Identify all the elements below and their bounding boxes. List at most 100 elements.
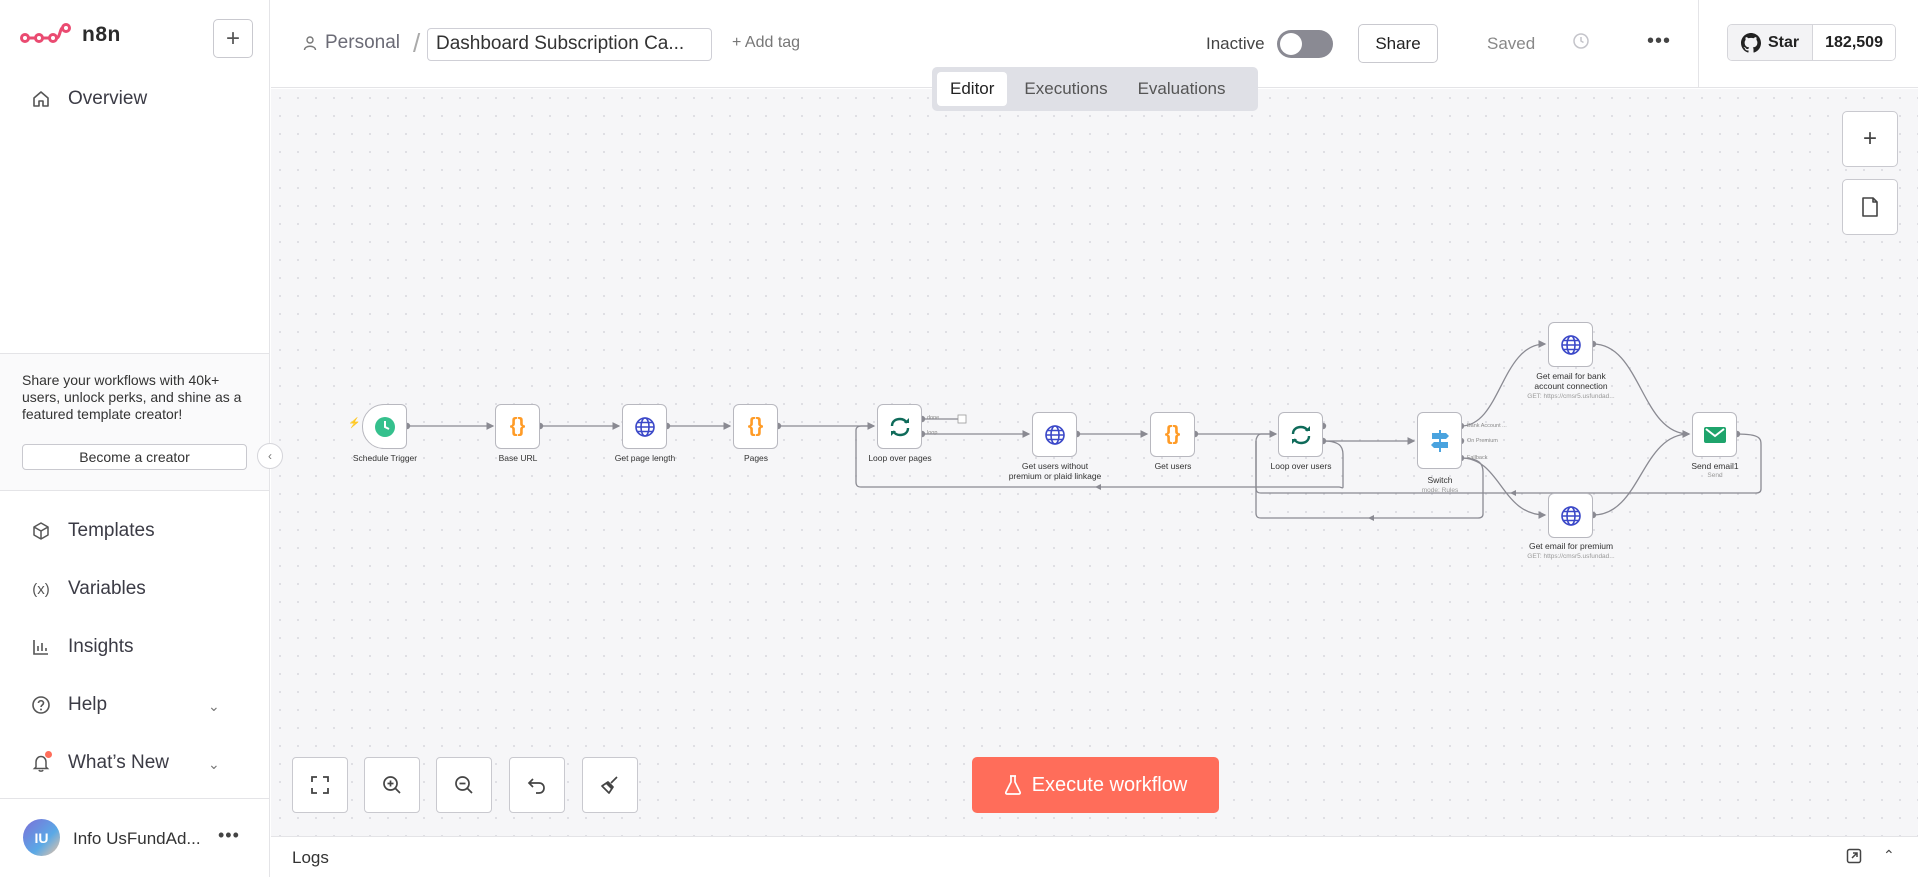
sidebar-item-overview[interactable]: Overview [30,88,147,110]
node-pages[interactable]: {} [733,404,778,449]
flask-icon [1004,775,1021,795]
sidebar-item-templates[interactable]: Templates [30,520,155,542]
zoom-out-icon [455,776,473,794]
creator-promo: Share your workflows with 40k+ users, un… [0,353,269,491]
more-options-icon[interactable]: ••• [1647,30,1671,53]
n8n-logo-icon [20,23,71,43]
chart-icon [30,636,52,658]
execute-label: Execute workflow [1031,773,1188,796]
globe-icon [1560,505,1581,526]
sidebar-item-label: Help [68,694,108,715]
clock-icon [374,416,395,437]
sidebar-item-whats-new[interactable]: What’s New [30,751,169,774]
add-connection-button[interactable] [957,414,967,424]
undo-button[interactable] [509,757,565,813]
collapse-sidebar-button[interactable]: ‹ [257,443,283,469]
fit-view-button[interactable] [292,757,348,813]
node-subtitle: Send [1707,472,1723,479]
node-loop-over-pages[interactable] [877,404,922,449]
logo[interactable]: n8n [20,22,121,48]
github-star-count: 182,509 [1813,25,1895,60]
add-node-button[interactable]: + [1842,111,1898,167]
chevron-down-icon[interactable]: ⌄ [208,698,220,715]
node-get-email-bank[interactable] [1548,322,1593,367]
output-label: On Premium [1467,438,1498,444]
create-new-button[interactable]: + [213,19,253,58]
node-label: Get email for bank account connection [1534,371,1608,391]
switch-icon [1430,429,1449,452]
activation-status-label: Inactive [1206,34,1265,53]
sidebar-item-label: Overview [68,88,148,109]
node-subtitle: GET: https://cmsr5.usfundad... [1527,393,1615,400]
zoom-out-button[interactable] [436,757,492,813]
breadcrumb-separator: / [413,28,421,58]
sidebar-item-label: Insights [68,636,134,657]
breadcrumb-project[interactable]: Personal [303,32,400,54]
node-subtitle: mode: Rules [1421,487,1459,494]
node-base-url[interactable]: {} [495,404,540,449]
become-creator-button[interactable]: Become a creator [22,444,247,470]
add-tag-button[interactable]: + Add tag [732,34,800,52]
tab-evaluations[interactable]: Evaluations [1125,72,1239,106]
node-label: Loop over pages [868,453,932,463]
logs-title: Logs [292,848,329,867]
node-label: Switch [1427,475,1453,485]
home-icon [30,88,52,110]
notification-dot [45,751,52,758]
workflow-canvas[interactable]: ⚡ Schedule Trigger {} Base URL Get page … [271,89,1918,836]
node-label: Pages [743,453,769,463]
tab-editor[interactable]: Editor [937,72,1008,106]
code-icon: {} [1164,423,1181,445]
node-get-page-length[interactable] [622,404,667,449]
chevron-up-icon[interactable]: ⌃ [1883,847,1895,864]
user-menu[interactable]: IU Info UsFundAd... ••• [0,798,269,877]
promo-text: Share your workflows with 40k+ users, un… [22,372,242,422]
node-schedule-trigger[interactable] [362,404,407,449]
share-button[interactable]: Share [1358,24,1438,63]
node-label: Get users [1154,461,1192,471]
history-icon[interactable] [1572,32,1590,55]
user-name: Info UsFundAd... [73,829,201,848]
project-name: Personal [325,32,400,53]
sidebar: n8n + Overview Share your workflows with… [0,0,283,877]
node-label: Get email for premium [1528,541,1614,551]
node-get-email-premium[interactable] [1548,493,1593,538]
logo-text: n8n [82,23,121,46]
chevron-down-icon[interactable]: ⌄ [208,756,220,773]
sticky-note-icon [1862,197,1878,217]
plus-icon: + [1862,125,1877,152]
activation-toggle[interactable] [1277,30,1333,58]
tab-executions[interactable]: Executions [1011,72,1120,106]
pop-out-icon[interactable] [1846,848,1862,869]
workflow-name-field[interactable]: Dashboard Subscription Ca... [427,28,712,61]
node-loop-over-users[interactable] [1278,412,1323,457]
sidebar-item-help[interactable]: Help [30,694,107,716]
saved-status: Saved [1487,34,1536,53]
node-get-users-without-premium[interactable] [1032,412,1077,457]
node-label: Get page length [614,453,676,463]
execute-workflow-button[interactable]: Execute workflow [972,757,1219,813]
node-label: Loop over users [1270,461,1332,471]
logs-panel[interactable]: Logs ⌃ [271,836,1918,877]
user-icon [303,36,317,51]
node-send-email[interactable] [1692,412,1737,457]
node-switch[interactable] [1417,412,1462,469]
node-label: Send email1 [1691,461,1739,471]
more-icon[interactable]: ••• [218,825,240,846]
add-sticky-note-button[interactable] [1842,179,1898,235]
undo-icon [527,778,545,794]
node-get-users[interactable]: {} [1150,412,1195,457]
github-star-button[interactable]: Star 182,509 [1727,24,1896,61]
sidebar-item-insights[interactable]: Insights [30,636,133,658]
globe-icon [634,416,655,437]
github-star-label: Star [1768,33,1800,51]
zoom-in-button[interactable] [364,757,420,813]
plus-icon: + [225,24,240,52]
loop-icon [890,417,909,436]
sidebar-item-label: Templates [68,520,155,541]
variable-icon: (x) [32,580,50,598]
code-icon: {} [747,415,764,437]
sidebar-item-variables[interactable]: (x) Variables [30,578,146,600]
tidy-up-button[interactable] [582,757,638,813]
node-label: Get users without premium or plaid linka… [1008,461,1102,481]
